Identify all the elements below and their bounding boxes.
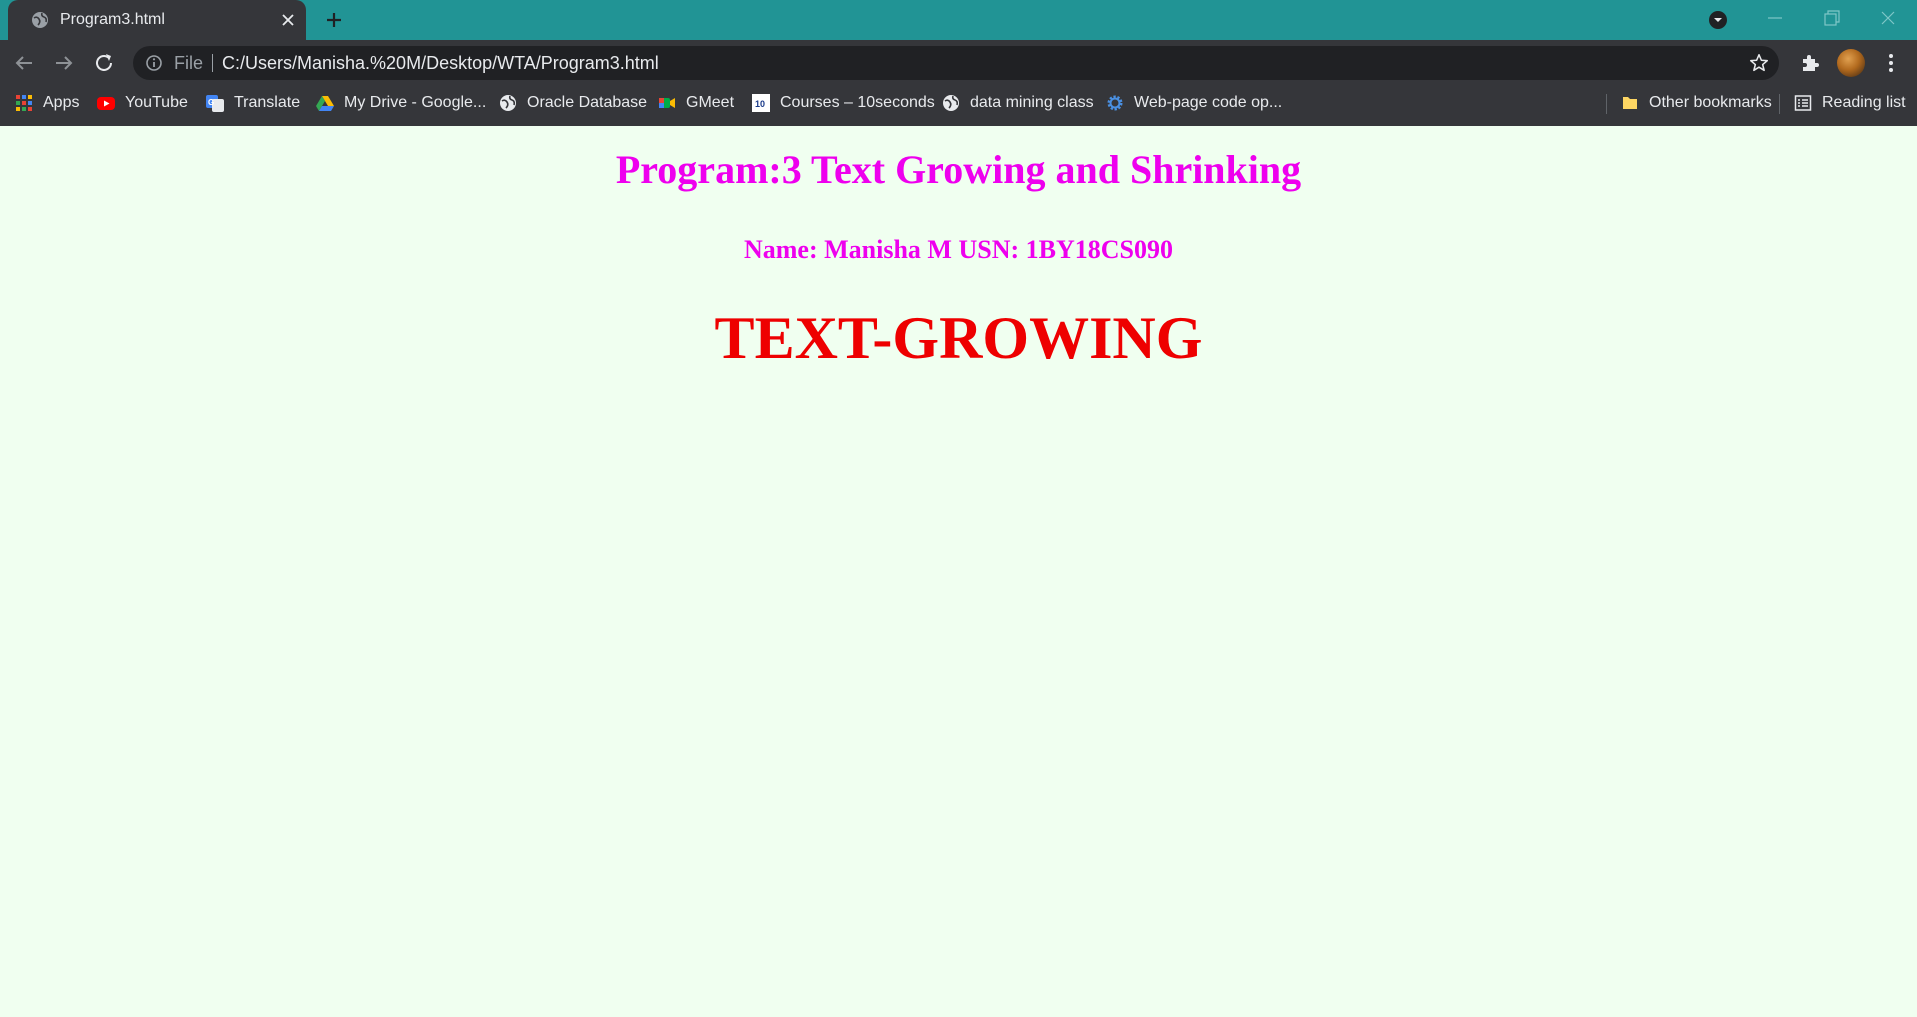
back-arrow-icon[interactable] [12, 51, 36, 75]
other-bookmarks[interactable]: Other bookmarks [1621, 86, 1772, 120]
bookmark-label: GMeet [686, 94, 735, 111]
animated-text: TEXT-GROWING [714, 305, 1203, 371]
forward-arrow-icon[interactable] [52, 51, 76, 75]
reading-list-label: Reading list [1822, 94, 1906, 111]
bookmarks-divider [1606, 94, 1607, 114]
globe-icon [32, 12, 48, 28]
apps-grid-icon [16, 95, 32, 111]
new-tab-icon[interactable] [322, 8, 346, 32]
bookmark-label: Apps [43, 94, 80, 111]
translate-icon: G [206, 95, 224, 112]
bookmark-label: data mining class [970, 94, 1094, 111]
page-content: Program:3 Text Growing and Shrinking Nam… [0, 126, 1917, 1017]
svg-text:10: 10 [755, 99, 765, 109]
gmeet-icon [659, 98, 675, 108]
globe-icon [500, 95, 516, 111]
google-drive-icon [316, 96, 334, 111]
tenseconds-icon: 10 [752, 94, 770, 112]
bookmark-label: Oracle Database [527, 94, 648, 111]
other-bookmarks-label: Other bookmarks [1649, 94, 1772, 111]
extensions-puzzle-icon[interactable] [1798, 51, 1822, 75]
bookmark-translate[interactable]: G Translate [206, 86, 300, 120]
browser-toolbar: File C:/Users/Manisha.%20M/Desktop/WTA/P… [0, 40, 1917, 86]
menu-kebab-icon[interactable] [1879, 51, 1903, 75]
scheme-label: File [174, 53, 204, 73]
bookmark-gmeet[interactable]: GMeet [658, 86, 734, 120]
bookmark-courses-10seconds[interactable]: 10 Courses – 10seconds [752, 86, 935, 120]
bookmark-oracle-database[interactable]: Oracle Database [499, 86, 647, 120]
bookmarks-divider [1779, 94, 1780, 114]
address-bar[interactable]: File C:/Users/Manisha.%20M/Desktop/WTA/P… [133, 46, 1779, 80]
close-icon[interactable] [278, 10, 298, 30]
bookmark-label: Courses – 10seconds [780, 94, 935, 111]
globe-icon [943, 95, 959, 111]
gear-icon [1107, 95, 1123, 111]
bookmark-my-drive[interactable]: My Drive - Google... [316, 86, 486, 120]
profile-avatar[interactable] [1837, 49, 1865, 77]
minimize-icon[interactable] [1757, 4, 1793, 32]
bookmark-web-page-code[interactable]: Web-page code op... [1106, 86, 1282, 120]
reload-icon[interactable] [92, 51, 116, 75]
bookmarks-bar: Apps YouTube G Translate My Drive - Goog… [0, 86, 1917, 126]
tab-strip: Program3.html [0, 0, 1917, 40]
bookmark-label: My Drive - Google... [344, 94, 487, 111]
reading-list-icon [1794, 95, 1812, 111]
bookmark-apps[interactable]: Apps [15, 86, 79, 120]
tab-program3[interactable]: Program3.html [8, 0, 306, 40]
bookmark-star-icon[interactable] [1748, 52, 1770, 74]
bookmark-data-mining-class[interactable]: data mining class [942, 86, 1094, 120]
bookmark-youtube[interactable]: YouTube [97, 86, 188, 120]
tab-title: Program3.html [60, 11, 165, 28]
bookmark-label: Translate [234, 94, 301, 111]
bookmark-label: YouTube [125, 94, 188, 111]
info-icon[interactable] [144, 53, 164, 73]
svg-text:G: G [208, 98, 214, 107]
omnibox-divider [212, 54, 213, 72]
bookmark-label: Web-page code op... [1134, 94, 1283, 111]
youtube-icon [97, 97, 115, 110]
folder-icon [1623, 97, 1637, 109]
restore-icon[interactable] [1813, 4, 1849, 32]
student-name-line: Name: Manisha M USN: 1BY18CS090 [744, 235, 1173, 264]
page-title: Program:3 Text Growing and Shrinking [615, 147, 1302, 192]
window-close-icon[interactable] [1870, 4, 1906, 32]
url-text[interactable]: C:/Users/Manisha.%20M/Desktop/WTA/Progra… [222, 53, 659, 73]
reading-list[interactable]: Reading list [1794, 86, 1906, 120]
tab-search-icon[interactable] [1706, 8, 1730, 32]
